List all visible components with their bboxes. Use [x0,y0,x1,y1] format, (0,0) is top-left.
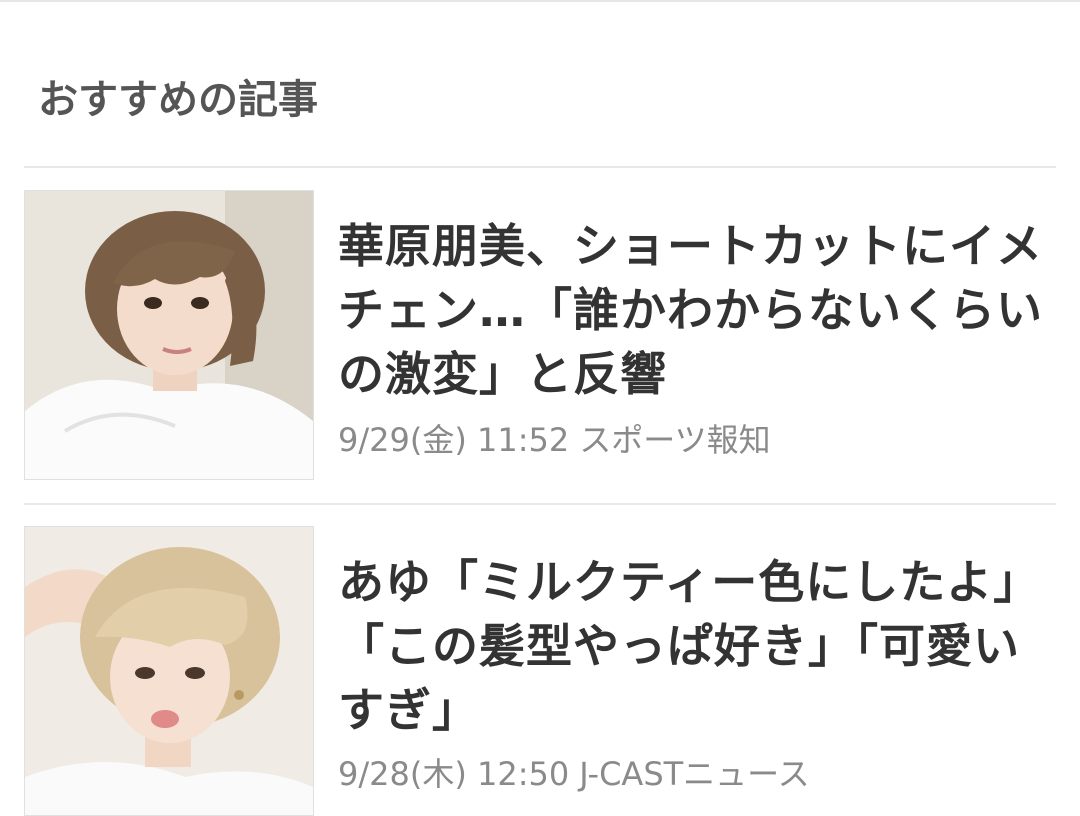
article-meta: 9/29(金) 11:52 スポーツ報知 [338,420,771,460]
article-date: 9/28(木) 12:50 [338,755,570,793]
woman-short-blonde-hair-photo-icon [25,527,313,815]
article-item[interactable]: 華原朋美、ショートカットにイメチェン…「誰かわからないくらいの激変」と反響 9/… [24,190,1056,480]
article-headline[interactable]: 華原朋美、ショートカットにイメチェン…「誰かわからないくらいの激変」と反響 [338,214,1056,406]
article-thumbnail [24,190,314,480]
article-meta: 9/28(木) 12:50 J-CASTニュース [338,754,810,794]
top-divider [0,0,1080,2]
woman-short-brown-hair-photo-icon [25,191,313,479]
article-source: J-CASTニュース [579,755,810,793]
section-title: おすすめの記事 [38,77,318,123]
article-date: 9/29(金) 11:52 [338,421,570,459]
article-source: スポーツ報知 [579,421,771,459]
article-divider [24,503,1056,505]
article-headline[interactable]: あゆ「ミルクティー色にしたよ」「この髪型やっぱ好き」「可愛いすぎ」 [338,550,1056,742]
section-divider [24,166,1056,168]
article-thumbnail [24,526,314,816]
article-item[interactable]: あゆ「ミルクティー色にしたよ」「この髪型やっぱ好き」「可愛いすぎ」 9/28(木… [24,526,1056,816]
